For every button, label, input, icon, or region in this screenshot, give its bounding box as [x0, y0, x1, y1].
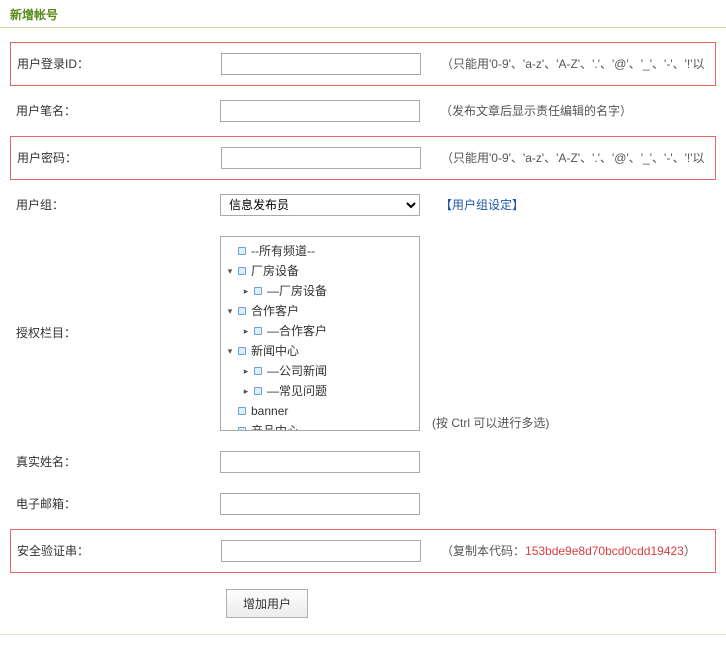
label-penname: 用户笔名： — [10, 100, 220, 119]
tree-bullet-icon — [238, 307, 246, 315]
tree-bullet-icon — [238, 247, 246, 255]
input-realname[interactable] — [220, 451, 420, 473]
tree-item-label: —公司新闻 — [267, 363, 327, 379]
seccode-value: 153bde9e8d70bcd0cdd19423 — [525, 544, 684, 558]
tree-item[interactable]: banner — [223, 401, 417, 421]
tree-item-label: —厂房设备 — [267, 283, 327, 299]
row-password: 用户密码： （只能用'0-9'、'a-z'、'A-Z'、'.'、'@'、'_'、… — [10, 136, 716, 180]
tree-item-label: 合作客户 — [251, 303, 299, 319]
form-body: 用户登录ID： （只能用'0-9'、'a-z'、'A-Z'、'.'、'@'、'_… — [0, 28, 726, 645]
label-login-id: 用户登录ID： — [11, 53, 221, 72]
input-password[interactable] — [221, 147, 421, 169]
row-realname: 真实姓名： — [10, 441, 716, 483]
tree-item-label: 新闻中心 — [251, 343, 299, 359]
label-email: 电子邮箱： — [10, 493, 220, 512]
label-seccode: 安全验证串： — [11, 540, 221, 559]
tree-bullet-icon — [238, 407, 246, 415]
chevron-right-icon[interactable]: ▸ — [241, 283, 251, 299]
tree-bullet-icon — [254, 327, 262, 335]
row-login-id: 用户登录ID： （只能用'0-9'、'a-z'、'A-Z'、'.'、'@'、'_… — [10, 42, 716, 86]
tree-item-label: 产品中心 — [251, 423, 299, 431]
row-seccode: 安全验证串： （复制本代码：153bde9e8d70bcd0cdd19423） — [10, 529, 716, 573]
hint-columns-multi: (按 Ctrl 可以进行多选) — [430, 236, 549, 431]
row-penname: 用户笔名： （发布文章后显示责任编辑的名字） — [10, 90, 716, 132]
chevron-down-icon[interactable]: ▾ — [225, 303, 235, 319]
tree-bullet-icon — [254, 387, 262, 395]
row-email: 电子邮箱： — [10, 483, 716, 525]
tree-item[interactable]: ▾ 新闻中心 — [223, 341, 417, 361]
tree-item-label: --所有频道-- — [251, 243, 315, 259]
chevron-down-icon[interactable]: ▾ — [225, 263, 235, 279]
input-login-id[interactable] — [221, 53, 421, 75]
input-penname[interactable] — [220, 100, 420, 122]
tree-item[interactable]: --所有频道-- — [223, 241, 417, 261]
submit-button[interactable]: 增加用户 — [226, 589, 308, 618]
chevron-right-icon[interactable]: ▸ — [241, 323, 251, 339]
panel-header: 新增帐号 — [0, 0, 726, 28]
panel-title: 新增帐号 — [10, 8, 58, 22]
label-password: 用户密码： — [11, 147, 221, 166]
bottom-divider — [0, 634, 726, 635]
label-realname: 真实姓名： — [10, 451, 220, 470]
tree-bullet-icon — [238, 267, 246, 275]
tree-item[interactable]: ▾ 厂房设备 — [223, 261, 417, 281]
tree-item[interactable]: ▾ 合作客户 — [223, 301, 417, 321]
tree-item[interactable]: ▸ —常见问题 — [223, 381, 417, 401]
tree-item[interactable]: ▸ —公司新闻 — [223, 361, 417, 381]
input-seccode[interactable] — [221, 540, 421, 562]
hint-seccode: （复制本代码：153bde9e8d70bcd0cdd19423） — [431, 540, 715, 559]
row-group: 用户组： 信息发布员 【用户组设定】 — [10, 184, 716, 226]
hint-password: （只能用'0-9'、'a-z'、'A-Z'、'.'、'@'、'_'、'-'、'!… — [431, 147, 715, 166]
tree-item[interactable]: ▸ —合作客户 — [223, 321, 417, 341]
tree-item-label: —合作客户 — [267, 323, 327, 339]
label-group: 用户组： — [10, 194, 220, 213]
tree-bullet-icon — [254, 367, 262, 375]
chevron-right-icon[interactable]: ▸ — [241, 383, 251, 399]
tree-item[interactable]: 产品中心 — [223, 421, 417, 431]
tree-item[interactable]: ▸ —厂房设备 — [223, 281, 417, 301]
hint-seccode-prefix: （复制本代码： — [441, 544, 525, 558]
hint-login-id: （只能用'0-9'、'a-z'、'A-Z'、'.'、'@'、'_'、'-'、'!… — [431, 53, 715, 72]
chevron-right-icon[interactable]: ▸ — [241, 363, 251, 379]
row-columns: 授权栏目： --所有频道--▾厂房设备▸—厂房设备▾合作客户▸—合作客户▾新闻中… — [10, 226, 716, 441]
input-email[interactable] — [220, 493, 420, 515]
tree-item-label: banner — [251, 403, 288, 419]
row-submit: 增加用户 — [0, 577, 726, 630]
tree-bullet-icon — [238, 427, 246, 431]
link-group-settings[interactable]: 【用户组设定】 — [440, 198, 524, 212]
select-group[interactable]: 信息发布员 — [220, 194, 420, 216]
hint-penname: （发布文章后显示责任编辑的名字） — [430, 100, 716, 119]
columns-tree[interactable]: --所有频道--▾厂房设备▸—厂房设备▾合作客户▸—合作客户▾新闻中心▸—公司新… — [220, 236, 420, 431]
tree-item-label: 厂房设备 — [251, 263, 299, 279]
tree-bullet-icon — [254, 287, 262, 295]
tree-bullet-icon — [238, 347, 246, 355]
tree-item-label: —常见问题 — [267, 383, 327, 399]
label-columns: 授权栏目： — [10, 236, 220, 341]
chevron-down-icon[interactable]: ▾ — [225, 343, 235, 359]
hint-seccode-suffix: ） — [684, 544, 696, 558]
